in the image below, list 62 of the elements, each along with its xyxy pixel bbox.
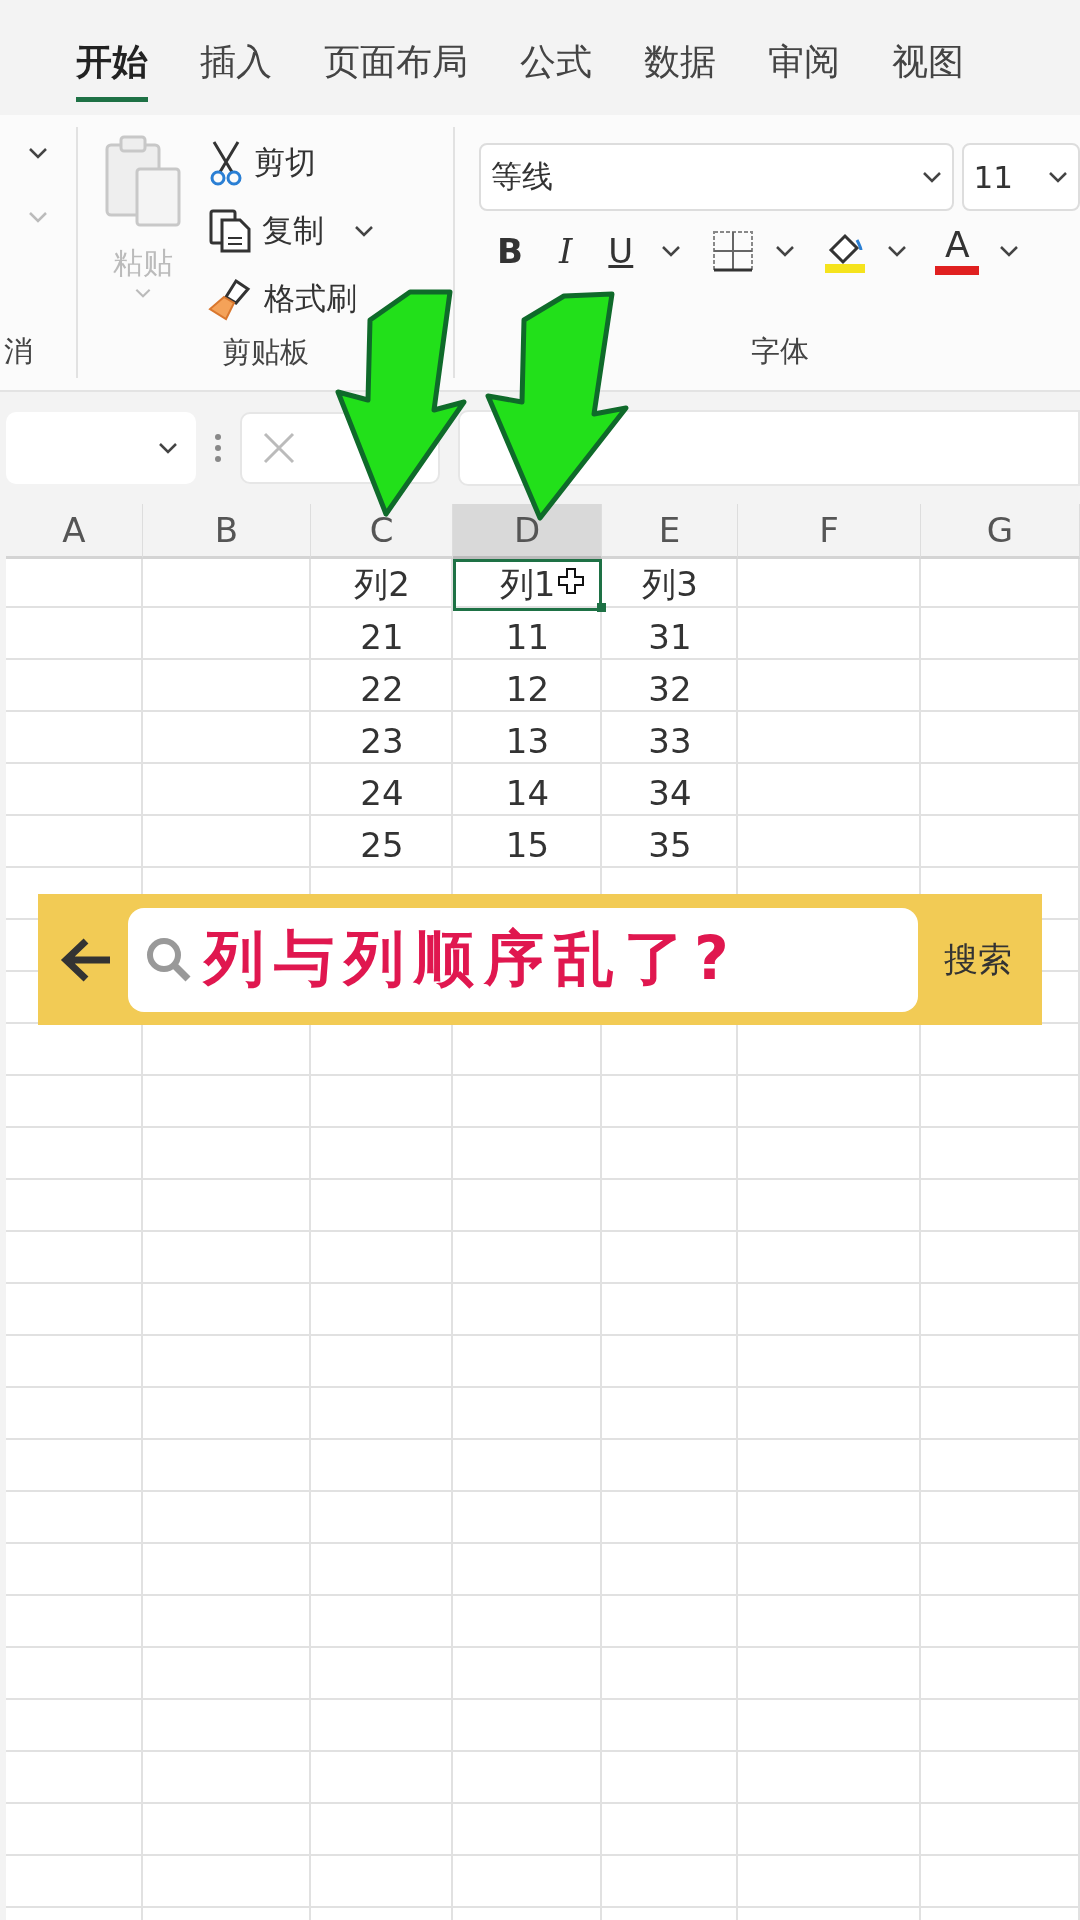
clipboard-icon[interactable] <box>103 133 183 229</box>
chevron-down-icon[interactable] <box>354 225 374 237</box>
font-color-button[interactable]: A <box>935 227 980 275</box>
table-cell[interactable]: 25 <box>311 819 453 871</box>
ribbon-tab[interactable]: 公式 <box>520 38 592 102</box>
copy-button[interactable]: 复制 <box>262 210 324 252</box>
chevron-down-icon[interactable] <box>1048 171 1068 183</box>
column-header[interactable]: C <box>311 504 453 559</box>
column-header[interactable]: F <box>738 504 921 559</box>
chevron-down-icon[interactable] <box>28 147 48 159</box>
ribbon-tab[interactable]: 插入 <box>200 38 272 102</box>
fill-handle[interactable] <box>597 603 606 612</box>
borders-icon[interactable] <box>711 229 756 273</box>
table-cell[interactable]: 24 <box>311 767 453 819</box>
chevron-down-icon[interactable] <box>158 442 178 454</box>
group-label: 消 <box>3 333 34 370</box>
group-label: 字体 <box>749 333 810 370</box>
table-cell[interactable]: 12 <box>453 663 602 715</box>
ribbon-tab[interactable]: 审阅 <box>768 38 840 102</box>
chevron-down-icon[interactable] <box>775 245 796 257</box>
column-header[interactable]: B <box>143 504 311 559</box>
chevron-down-icon[interactable] <box>661 245 682 257</box>
cursor-icon <box>558 568 584 594</box>
scissors-icon[interactable] <box>208 140 244 186</box>
table-cell[interactable]: 31 <box>602 611 738 663</box>
table-cell[interactable]: 35 <box>602 819 738 871</box>
table-cell[interactable]: 32 <box>602 663 738 715</box>
table-cell[interactable]: 21 <box>311 611 453 663</box>
chevron-down-icon[interactable] <box>999 245 1020 257</box>
table-cell[interactable]: 23 <box>311 715 453 767</box>
ribbon-tab[interactable]: 开始 <box>76 38 148 102</box>
column-header[interactable]: A <box>6 504 143 559</box>
chevron-down-icon[interactable] <box>921 171 942 183</box>
cut-button[interactable]: 剪切 <box>254 142 316 184</box>
font-size-select[interactable]: 11 <box>961 143 1080 211</box>
italic-button[interactable]: I <box>550 231 581 271</box>
table-cell[interactable]: 14 <box>453 767 602 819</box>
ribbon-tab[interactable]: 视图 <box>892 38 964 102</box>
copy-icon[interactable] <box>208 208 252 254</box>
table-cell[interactable]: 列3 <box>602 559 738 611</box>
more-options-icon[interactable] <box>214 433 222 463</box>
table-cell[interactable]: 列2 <box>311 559 453 611</box>
column-header[interactable]: G <box>921 504 1080 559</box>
table-cell[interactable]: 22 <box>311 663 453 715</box>
table-cell[interactable]: 33 <box>602 715 738 767</box>
search-button[interactable]: 搜索 <box>932 936 1024 983</box>
chevron-down-icon[interactable] <box>887 245 908 257</box>
group-label: 剪贴板 <box>221 334 310 371</box>
ribbon-tab[interactable]: 页面布局 <box>324 38 468 102</box>
ribbon-tab[interactable]: 数据 <box>644 38 716 102</box>
selected-cell[interactable]: 列1 <box>453 559 602 611</box>
bold-button[interactable]: B <box>489 231 531 271</box>
search-field[interactable]: 列与列顺序乱了? <box>128 907 918 1012</box>
underline-button[interactable]: U <box>600 231 642 271</box>
table-cell[interactable]: 11 <box>453 611 602 663</box>
column-header[interactable]: E <box>602 504 738 559</box>
table-cell[interactable]: 34 <box>602 767 738 819</box>
column-header[interactable]: D <box>453 504 602 559</box>
font-name-select[interactable]: 等线 <box>479 143 954 211</box>
format-painter-button[interactable]: 格式刷 <box>264 278 357 320</box>
table-cell[interactable]: 15 <box>453 819 602 871</box>
table-cell[interactable]: 13 <box>453 715 602 767</box>
